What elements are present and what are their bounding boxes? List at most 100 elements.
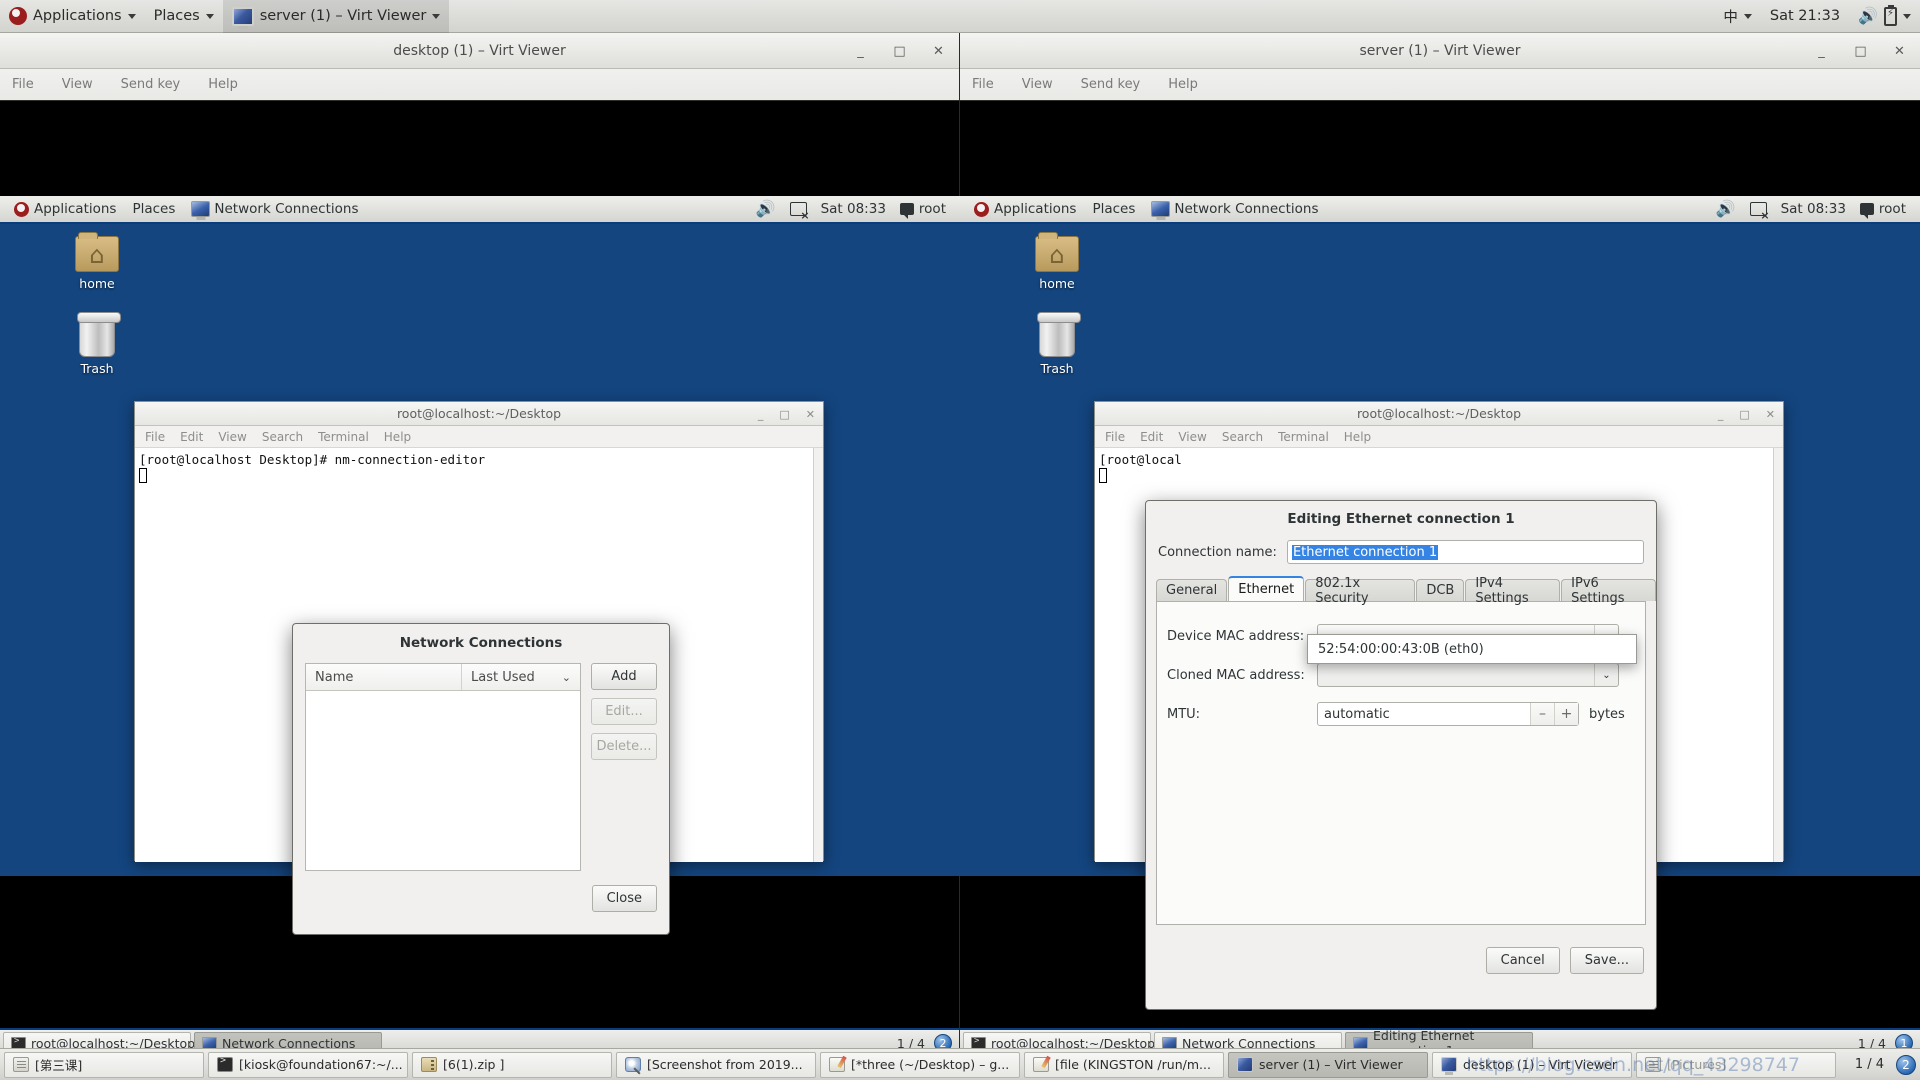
volume-icon[interactable]: 🔊 [1716,201,1736,217]
menu-edit[interactable]: Edit [180,430,203,444]
menu-send-key[interactable]: Send key [1077,75,1145,94]
host-active-window-menu[interactable]: server (1) – Virt Viewer [222,0,450,33]
mtu-decrement-button[interactable]: – [1530,703,1554,725]
menu-send-key[interactable]: Send key [117,75,185,94]
virt-viewer-window-desktop[interactable]: desktop (1) – Virt Viewer _ □ ✕ File Vie… [0,33,960,1056]
minimize-icon[interactable]: _ [758,408,764,421]
desktop-icon-trash[interactable]: Trash [1012,312,1102,376]
close-icon[interactable]: ✕ [806,408,815,421]
maximize-icon[interactable]: □ [779,408,789,421]
menu-file[interactable]: File [145,430,165,444]
menu-view[interactable]: View [1178,430,1206,444]
guest-window-list-item[interactable]: Network Connections [183,196,366,222]
guest-places-menu[interactable]: Places [1084,196,1143,222]
menu-help[interactable]: Help [1164,75,1202,94]
terminal-titlebar[interactable]: root@localhost:~/Desktop _ □ ✕ [135,402,823,426]
tab-8021x-security[interactable]: 802.1x Security [1305,576,1416,606]
mtu-increment-button[interactable]: + [1554,703,1578,725]
menu-file[interactable]: File [8,75,38,94]
host-taskbar-item-2[interactable]: [6(1).zip ] [412,1051,612,1078]
tab-ethernet[interactable]: Ethernet [1228,576,1305,601]
desktop-icon-home[interactable]: home [52,232,142,291]
menu-edit[interactable]: Edit [1140,430,1163,444]
window-titlebar[interactable]: desktop (1) – Virt Viewer _ □ ✕ [0,33,959,69]
host-workspace-pager[interactable]: 1 / 4 [1847,1057,1892,1072]
menu-file[interactable]: File [968,75,998,94]
terminal-scrollbar[interactable] [813,448,823,862]
host-input-method[interactable]: 中 [1714,0,1761,33]
cloned-mac-combobox[interactable]: ⌄ [1317,663,1619,687]
terminal-scrollbar[interactable] [1773,448,1783,862]
close-icon[interactable]: ✕ [932,44,945,59]
chevron-down-icon[interactable]: ⌄ [1594,664,1618,686]
minimize-icon[interactable]: _ [1815,44,1828,59]
host-taskbar-item-8[interactable]: [Pictures] [1636,1051,1836,1078]
maximize-icon[interactable]: □ [1854,44,1867,59]
volume-icon[interactable]: 🔊 [756,201,776,217]
host-taskbar-item-0[interactable]: [第三课] [4,1051,204,1078]
terminal-titlebar[interactable]: root@localhost:~/Desktop _ □ ✕ [1095,402,1783,426]
host-taskbar-item-6[interactable]: server (1) – Virt Viewer [1228,1051,1428,1078]
network-disconnected-icon[interactable] [1749,202,1770,222]
minimize-icon[interactable]: _ [1718,408,1724,421]
menu-help[interactable]: Help [1344,430,1371,444]
column-header-name[interactable]: Name [306,664,462,690]
guest-applications-menu[interactable]: Applications [6,196,124,222]
virt-viewer-window-server[interactable]: server (1) – Virt Viewer _ □ ✕ File View… [960,33,1920,1058]
dropdown-option[interactable]: 52:54:00:00:43:0B (eth0) [1318,642,1484,657]
save-button[interactable]: Save... [1569,947,1644,974]
network-connections-dialog[interactable]: Network Connections Name Last Used ⌄ Add… [292,623,670,935]
menu-help[interactable]: Help [384,430,411,444]
guest-window-list-item[interactable]: Network Connections [1143,196,1326,222]
host-applications-menu[interactable]: Applications [0,0,145,33]
editing-ethernet-dialog[interactable]: Editing Ethernet connection 1 Connection… [1145,500,1657,1010]
menu-terminal[interactable]: Terminal [318,430,369,444]
window-titlebar[interactable]: server (1) – Virt Viewer _ □ ✕ [960,33,1920,69]
column-header-last-used[interactable]: Last Used ⌄ [462,664,580,690]
menu-search[interactable]: Search [1222,430,1263,444]
menu-view[interactable]: View [218,430,246,444]
desktop-icon-home[interactable]: home [1012,232,1102,291]
guest-clock[interactable]: Sat 08:33 [821,201,886,217]
guest-applications-menu[interactable]: Applications [966,196,1084,222]
fedora-logo-icon [9,7,27,25]
menu-view[interactable]: View [58,75,97,94]
tab-ipv4-settings[interactable]: IPv4 Settings [1465,576,1561,606]
host-taskbar-item-4[interactable]: [*three (~/Desktop) – g... [820,1051,1020,1078]
delete-button: Delete... [591,733,657,760]
menu-terminal[interactable]: Terminal [1278,430,1329,444]
network-disconnected-icon[interactable] [789,202,810,222]
tab-ipv6-settings[interactable]: IPv6 Settings [1561,576,1656,606]
cancel-button[interactable]: Cancel [1485,947,1560,974]
mtu-spinbutton[interactable]: automatic – + [1317,702,1579,726]
add-button[interactable]: Add [591,663,657,690]
host-taskbar-item-1[interactable]: [kiosk@foundation67:~/... [208,1051,408,1078]
menu-file[interactable]: File [1105,430,1125,444]
connections-list[interactable]: Name Last Used ⌄ [305,663,581,871]
guest-places-menu[interactable]: Places [124,196,183,222]
guest-user-menu[interactable]: root [1859,201,1906,219]
minimize-icon[interactable]: _ [854,44,867,59]
host-places-menu[interactable]: Places [145,0,223,33]
host-taskbar-item-5[interactable]: [file (KINGSTON /run/m... [1024,1051,1224,1078]
host-clock[interactable]: Sat 21:33 [1761,0,1849,33]
desktop-icon-trash[interactable]: Trash [52,312,142,376]
connection-name-input[interactable]: Ethernet connection 1 [1286,540,1644,564]
menu-view[interactable]: View [1018,75,1057,94]
maximize-icon[interactable]: □ [1739,408,1749,421]
guest-user-menu[interactable]: root [899,201,946,219]
close-icon[interactable]: ✕ [1766,408,1775,421]
host-taskbar-badge[interactable]: 2 [1896,1054,1916,1075]
close-button[interactable]: Close [591,885,657,912]
menu-search[interactable]: Search [262,430,303,444]
tab-general[interactable]: General [1156,579,1228,601]
menu-help[interactable]: Help [204,75,242,94]
maximize-icon[interactable]: □ [893,44,906,59]
close-icon[interactable]: ✕ [1893,44,1906,59]
tab-dcb[interactable]: DCB [1416,579,1465,601]
device-mac-dropdown-popup[interactable]: 52:54:00:00:43:0B (eth0) [1307,634,1637,664]
host-taskbar-item-7[interactable]: desktop (1) – Virt Viewer [1432,1051,1632,1078]
guest-clock[interactable]: Sat 08:33 [1781,201,1846,217]
host-taskbar-item-3[interactable]: [Screenshot from 2019... [616,1051,816,1078]
host-status-area[interactable]: 🔊 [1849,0,1920,33]
